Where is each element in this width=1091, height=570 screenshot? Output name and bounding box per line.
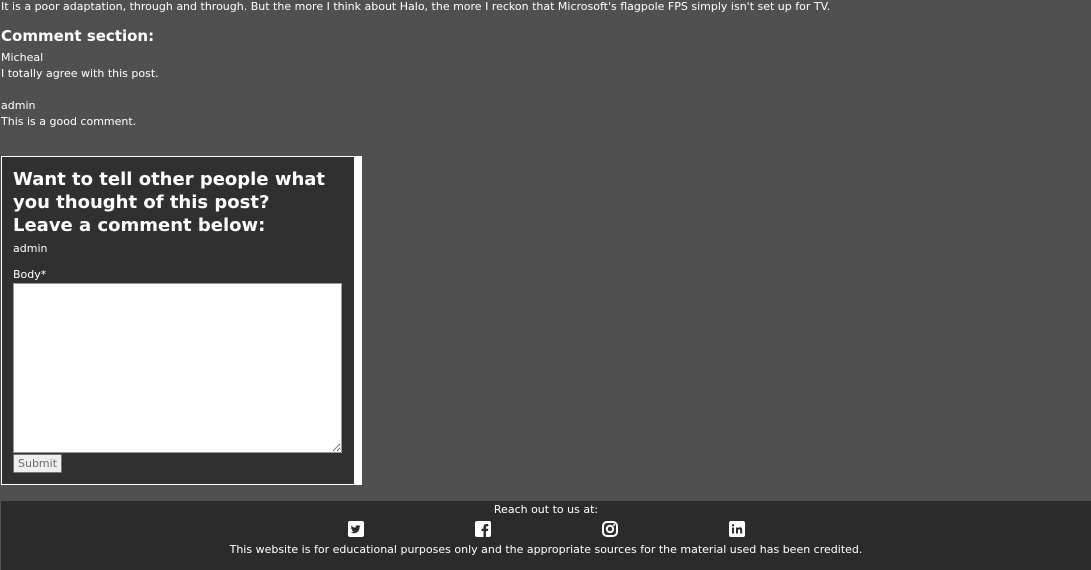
instagram-icon[interactable] — [602, 521, 618, 537]
linkedin-icon[interactable] — [729, 521, 745, 537]
comment-body: I totally agree with this post. — [1, 67, 159, 80]
comment-body-input[interactable] — [13, 283, 342, 453]
comment-item: admin This is a good comment. — [1, 98, 136, 130]
post-intro-text: It is a poor adaptation, through and thr… — [1, 0, 831, 13]
comment-author: Micheal — [1, 51, 44, 64]
comment-form-title: Want to tell other people what you thoug… — [13, 169, 326, 236]
twitter-icon[interactable] — [348, 521, 364, 537]
facebook-icon[interactable] — [475, 521, 491, 537]
submit-button[interactable]: Submit — [13, 454, 63, 473]
comment-form-username: admin — [13, 242, 48, 255]
footer-disclaimer: This website is for educational purposes… — [229, 543, 863, 556]
comment-item: Micheal I totally agree with this post. — [1, 50, 159, 82]
site-footer: Reach out to us at: This website is for … — [0, 501, 1091, 570]
comment-body: This is a good comment. — [1, 115, 137, 128]
comment-form: Want to tell other people what you thoug… — [1, 156, 362, 485]
body-field-label: Body* — [13, 268, 47, 281]
page: It is a poor adaptation, through and thr… — [0, 0, 1091, 570]
comment-section-heading: Comment section: — [1, 27, 155, 45]
comment-author: admin — [1, 99, 36, 112]
footer-reach-text: Reach out to us at: — [493, 503, 599, 516]
